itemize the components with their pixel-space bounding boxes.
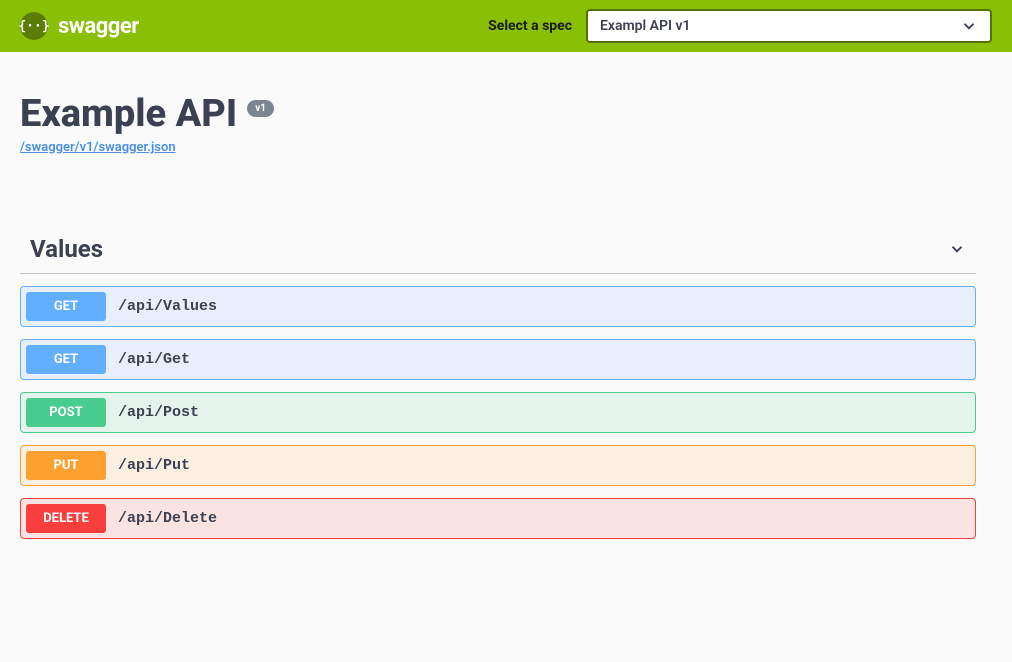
spec-selector: Select a spec Exampl API v1 — [488, 9, 992, 43]
opblock-delete[interactable]: DELETE/api/Delete — [20, 498, 976, 539]
swagger-json-link[interactable]: /swagger/v1/swagger.json — [20, 140, 176, 155]
operation-path: /api/Post — [118, 404, 199, 421]
operation-path: /api/Delete — [118, 510, 217, 527]
spec-select-dropdown[interactable]: Exampl API v1 — [586, 9, 992, 43]
swagger-logo-icon: {··} — [20, 12, 48, 40]
method-badge: GET — [26, 292, 106, 321]
spec-label: Select a spec — [488, 18, 572, 34]
tag-header[interactable]: Values — [20, 225, 976, 274]
opblock-post[interactable]: POST/api/Post — [20, 392, 976, 433]
opblock-get[interactable]: GET/api/Get — [20, 339, 976, 380]
tag-name: Values — [30, 235, 103, 263]
version-badge: v1 — [247, 100, 274, 117]
method-badge: POST — [26, 398, 106, 427]
page-scroll[interactable]: {··} swagger Select a spec Exampl API v1… — [0, 0, 1012, 662]
operation-path: /api/Values — [118, 298, 217, 315]
method-badge: GET — [26, 345, 106, 374]
api-title-row: Example API v1 — [20, 92, 976, 136]
spec-selected-value: Exampl API v1 — [600, 18, 691, 34]
logo[interactable]: {··} swagger — [20, 12, 139, 40]
api-title: Example API — [20, 92, 237, 136]
opblock-get[interactable]: GET/api/Values — [20, 286, 976, 327]
topbar: {··} swagger Select a spec Exampl API v1 — [0, 0, 1012, 52]
tag-section: Values GET/api/ValuesGET/api/GetPOST/api… — [20, 225, 976, 539]
main-content: Example API v1 /swagger/v1/swagger.json … — [0, 52, 996, 581]
api-header: Example API v1 /swagger/v1/swagger.json — [20, 92, 976, 155]
operation-path: /api/Put — [118, 457, 190, 474]
operation-path: /api/Get — [118, 351, 190, 368]
method-badge: DELETE — [26, 504, 106, 533]
opblock-put[interactable]: PUT/api/Put — [20, 445, 976, 486]
operations-list: GET/api/ValuesGET/api/GetPOST/api/PostPU… — [20, 286, 976, 539]
chevron-down-icon — [948, 240, 966, 258]
chevron-down-icon — [960, 17, 978, 35]
swagger-logo-text: swagger — [58, 14, 139, 39]
method-badge: PUT — [26, 451, 106, 480]
